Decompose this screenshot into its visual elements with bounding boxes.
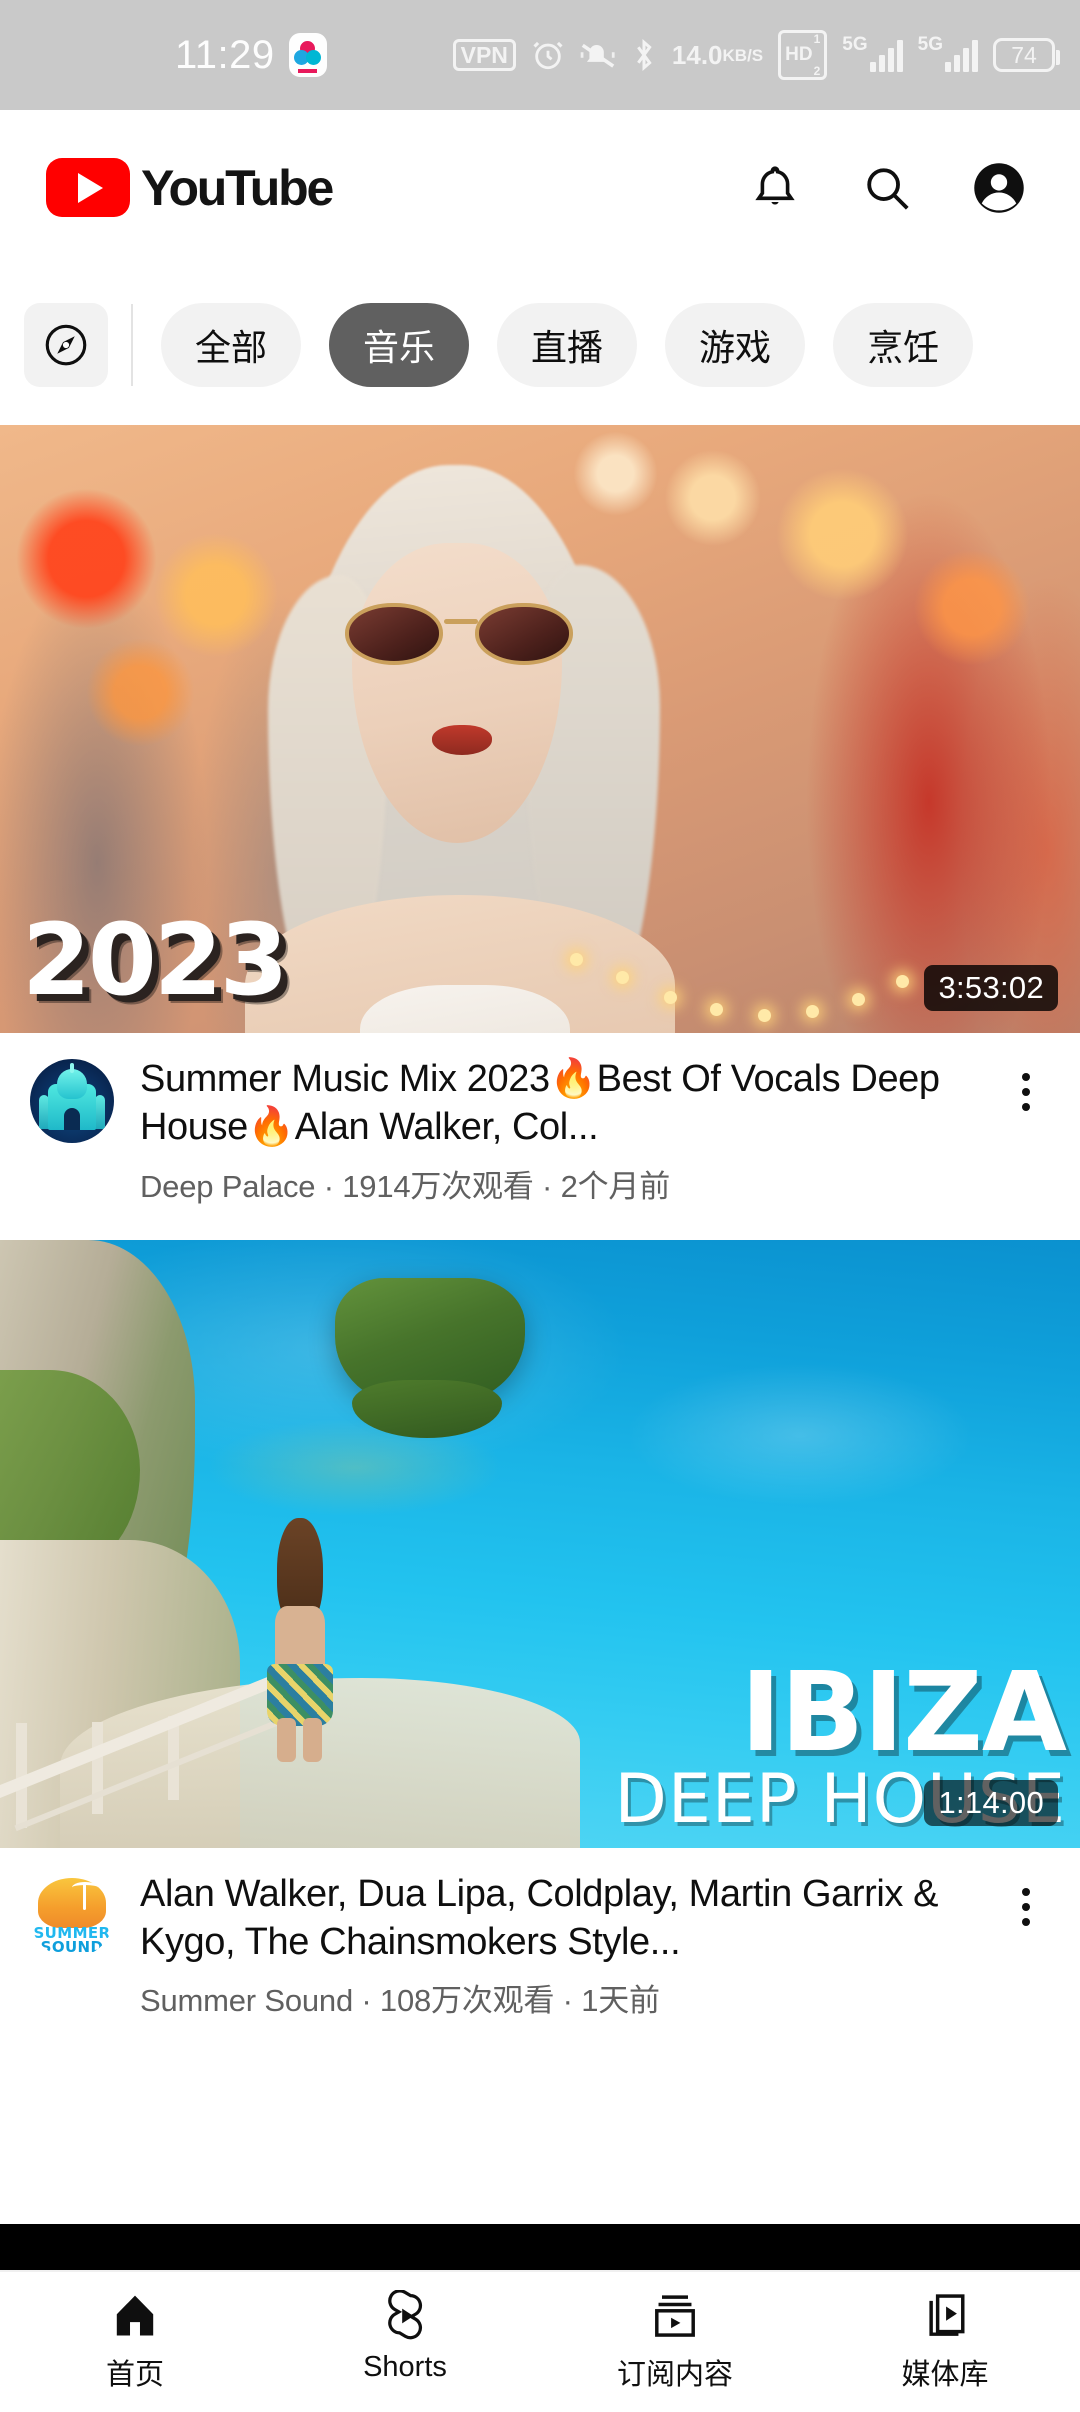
chip-live[interactable]: 直播 [497,303,638,387]
hd-sup: 1 [813,32,821,47]
network-speed-value: 14.0 [671,40,723,70]
chip-cooking[interactable]: 烹饪 [833,303,974,387]
youtube-play-icon [46,158,130,217]
bell-icon[interactable] [742,155,808,221]
search-icon[interactable] [854,155,920,221]
video-subtitle: Deep Palace · 1914万次观看 · 2个月前 [140,1168,671,1204]
video-duration-badge: 3:53:02 [924,965,1058,1011]
video-thumbnail[interactable]: 2023 3:53:02 [0,425,1080,1033]
mi-cloud-icon [288,33,327,77]
sim1-network-label: 5G [842,34,868,55]
video-duration-badge: 1:14:00 [924,1779,1058,1826]
thumbnail-overlay-year: 2023 [22,903,289,1018]
youtube-logo[interactable]: YouTube [46,158,334,217]
shorts-icon [388,2290,423,2340]
nav-label-subscriptions: 订阅内容 [616,2359,733,2391]
kebab-menu-icon[interactable] [996,1870,1056,2021]
video-meta-text: Alan Walker, Dua Lipa, Coldplay, Martin … [140,1870,988,2021]
vpn-icon: VPN [452,39,516,71]
header-actions [742,155,1032,221]
hd-label: HD [785,44,813,65]
video-card[interactable]: 2023 3:53:02 Summer Music Mix 2023🔥Best … [0,425,1080,1240]
video-meta: SUMMER SOUND Alan Walker, Dua Lipa, Cold… [0,1847,1080,2054]
bell-muted-icon [580,38,616,72]
subscriptions-icon [655,2295,695,2337]
nav-item-subscriptions[interactable]: 订阅内容 [540,2272,810,2393]
status-bar-left: 11:29 [175,33,327,78]
status-clock: 11:29 [175,32,275,77]
compass-icon[interactable] [24,303,108,387]
video-meta: Summer Music Mix 2023🔥Best Of Vocals Dee… [0,1033,1080,1240]
alarm-clock-icon [531,38,565,72]
home-icon [116,2295,154,2336]
status-bar-right: VPN 14.0 KB/S HD 1 2 5G 5G 74 [452,30,1060,80]
network-speed-unit: KB/S [722,46,764,65]
account-avatar-icon[interactable] [966,155,1032,221]
sim1-signal-icon: 5G [842,34,903,72]
sim2-signal-icon: 5G [917,34,978,72]
battery-icon: 74 [993,38,1060,72]
status-bar: 11:29 VPN 14.0 KB/S HD 1 2 5G 5G 74 [0,0,1080,110]
chip-music[interactable]: 音乐 [329,303,470,387]
nav-label-home: 首页 [105,2359,164,2391]
nav-item-home[interactable]: 首页 [0,2272,270,2393]
nav-label-shorts: Shorts [363,2351,447,2383]
system-black-bar [0,2224,1080,2270]
nav-label-library: 媒体库 [901,2359,989,2391]
deep-palace-avatar[interactable] [30,1059,114,1143]
sim2-network-label: 5G [917,34,943,55]
nav-item-library[interactable]: 媒体库 [810,2272,1080,2393]
video-title[interactable]: Summer Music Mix 2023🔥Best Of Vocals Dee… [140,1055,988,1152]
app-header: YouTube [0,110,1080,265]
library-icon [929,2294,965,2336]
bottom-navigation-bar[interactable]: 首页 Shorts 订阅内容 媒体库 [0,2270,1080,2412]
youtube-wordmark: YouTube [141,159,334,216]
chip-divider [131,304,133,386]
category-chip-row[interactable]: 全部 音乐 直播 游戏 烹饪 [0,265,1080,425]
hd-voice-icon: HD 1 2 [778,30,828,80]
video-meta-text: Summer Music Mix 2023🔥Best Of Vocals Dee… [140,1055,988,1206]
network-speed-indicator: 14.0 KB/S [672,42,763,68]
video-feed: 2023 3:53:02 Summer Music Mix 2023🔥Best … [0,425,1080,2054]
bluetooth-icon [631,38,657,72]
summer-sound-avatar[interactable]: SUMMER SOUND [30,1873,114,1958]
avatar-text-line2: SOUND [40,1937,104,1956]
thumbnail-overlay-title: IBIZA [740,1648,1067,1777]
video-card[interactable]: IBIZA DEEP HOUSE 1:14:00 SUMMER SOUND Al… [0,1239,1080,2054]
video-thumbnail[interactable]: IBIZA DEEP HOUSE 1:14:00 [0,1239,1080,1848]
kebab-menu-icon[interactable] [996,1055,1056,1206]
video-title[interactable]: Alan Walker, Dua Lipa, Coldplay, Martin … [140,1870,988,1967]
nav-item-shorts[interactable]: Shorts [270,2272,540,2384]
chip-gaming[interactable]: 游戏 [665,303,806,387]
video-subtitle: Summer Sound · 108万次观看 · 1天前 [140,1983,660,2018]
hd-sub: 2 [813,63,821,78]
chip-all[interactable]: 全部 [161,303,302,387]
